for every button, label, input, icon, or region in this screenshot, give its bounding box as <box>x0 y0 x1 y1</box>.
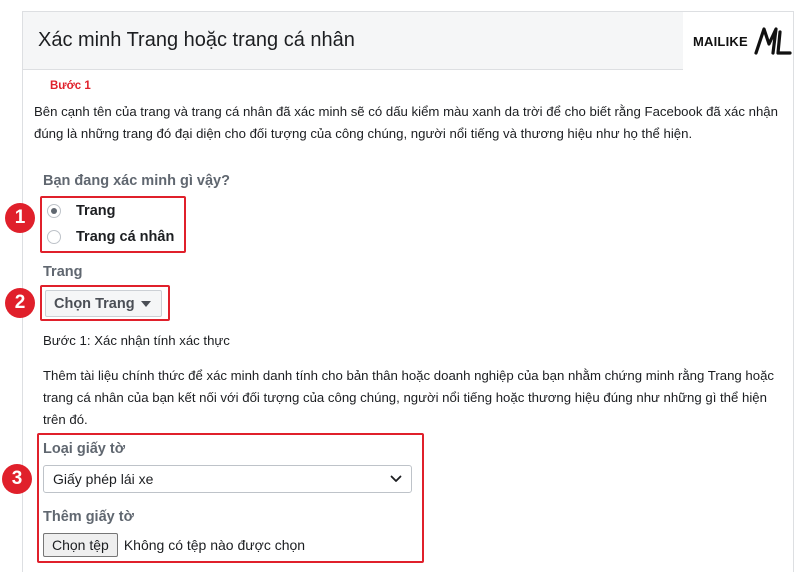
highlight-box-1 <box>40 196 186 253</box>
highlight-box-2 <box>40 285 170 321</box>
page-section-label: Trang <box>43 264 83 280</box>
page-title: Xác minh Trang hoặc trang cá nhân <box>38 29 355 51</box>
mailike-logo: MAILIKE <box>683 12 793 70</box>
highlight-box-3 <box>37 433 424 563</box>
card-header: Xác minh Trang hoặc trang cá nhân MAILIK… <box>23 12 793 70</box>
ml-monogram-icon <box>754 27 792 55</box>
question-title: Bạn đang xác minh gì vậy? <box>43 173 230 189</box>
logo-text: MAILIKE <box>693 33 748 49</box>
step-marker: Bước 1 <box>50 80 91 92</box>
step-badge-2: 2 <box>5 288 35 318</box>
verify-step-description: Thêm tài liệu chính thức để xác minh dan… <box>43 368 774 427</box>
step-badge-3: 3 <box>2 464 32 494</box>
step-badge-1: 1 <box>5 203 35 233</box>
verify-step-title: Bước 1: Xác nhận tính xác thực <box>43 333 230 348</box>
intro-text: Bên cạnh tên của trang và trang cá nhân … <box>34 104 778 141</box>
